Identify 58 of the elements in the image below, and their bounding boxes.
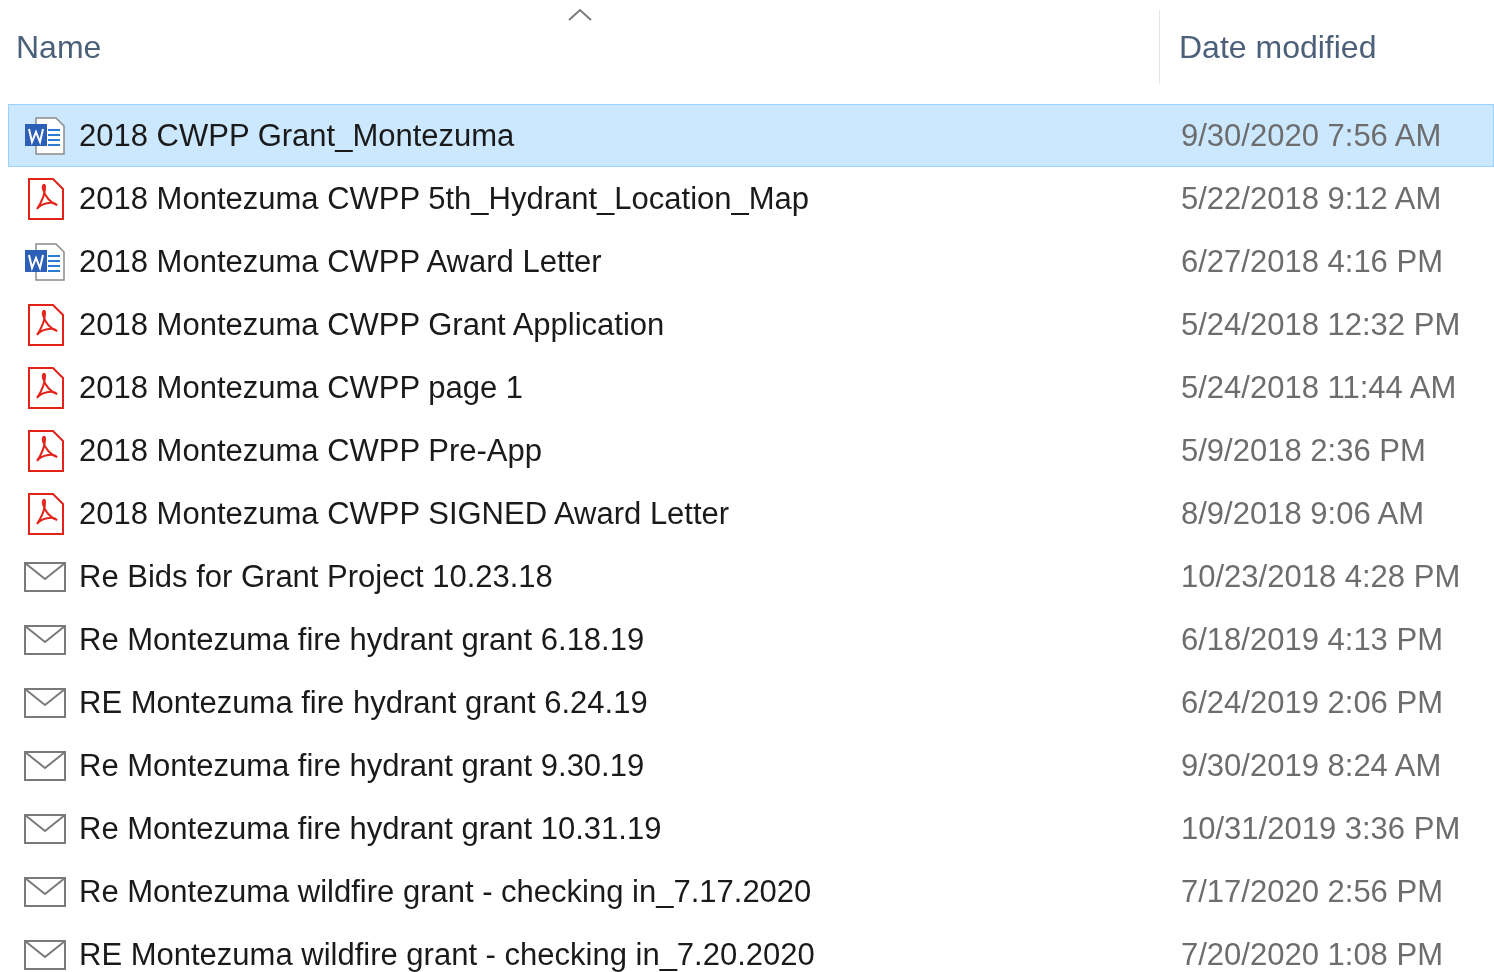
file-row[interactable]: 2018 CWPP Grant_Montezuma 9/30/2020 7:56 AM <box>8 104 1494 167</box>
date-modified: 8/9/2018 9:06 AM <box>1181 495 1425 532</box>
word-document-icon <box>24 115 66 156</box>
envelope-icon <box>23 686 67 719</box>
file-name: 2018 Montezuma CWPP Award Letter <box>79 243 603 280</box>
file-row[interactable]: Re Bids for Grant Project 10.23.18 10/23/2018 4:28 PM <box>8 545 1494 608</box>
date-modified: 7/17/2020 2:56 PM <box>1181 873 1443 910</box>
date-modified: 5/24/2018 11:44 AM <box>1181 369 1457 406</box>
date-modified: 6/18/2019 4:13 PM <box>1181 621 1443 658</box>
file-name: 2018 CWPP Grant_Montezuma <box>79 117 516 154</box>
file-name: 2018 Montezuma CWPP SIGNED Award Letter <box>79 495 731 532</box>
date-modified: 5/9/2018 2:36 PM <box>1181 432 1426 469</box>
file-row[interactable]: 2018 Montezuma CWPP SIGNED Award Letter 8/9/2018 9:06 AM <box>8 482 1494 545</box>
file-name: Re Montezuma wildfire grant - checking in_7.17.2020 <box>79 873 813 910</box>
date-modified: 5/24/2018 12:32 PM <box>1181 306 1461 343</box>
date-modified: 9/30/2019 8:24 AM <box>1181 747 1442 784</box>
date-modified: 10/23/2018 4:28 PM <box>1181 558 1461 595</box>
file-row[interactable]: 2018 Montezuma CWPP Pre-App 5/9/2018 2:36 PM <box>8 419 1494 482</box>
date-modified: 9/30/2020 7:56 AM <box>1181 117 1442 154</box>
file-row[interactable]: RE Montezuma wildfire grant - checking in_7.20.2020 7/20/2020 1:08 PM <box>8 923 1494 972</box>
date-modified: 6/27/2018 4:16 PM <box>1181 243 1443 280</box>
file-name: Re Montezuma fire hydrant grant 6.18.19 <box>79 621 646 658</box>
file-name: 2018 Montezuma CWPP Grant Application <box>79 306 666 343</box>
file-name: Re Bids for Grant Project 10.23.18 <box>79 558 554 595</box>
envelope-icon <box>23 812 67 845</box>
column-header[interactable]: Date modified <box>1160 10 1494 84</box>
file-row[interactable]: Re Montezuma fire hydrant grant 6.18.19 6/18/2019 4:13 PM <box>8 608 1494 671</box>
file-row[interactable]: Re Montezuma fire hydrant grant 9.30.19 9/30/2019 8:24 AM <box>8 734 1494 797</box>
file-row[interactable]: Re Montezuma fire hydrant grant 10.31.19 10/31/2019 3:36 PM <box>8 797 1494 860</box>
word-document-icon <box>24 241 66 282</box>
file-name: RE Montezuma wildfire grant - checking in_7.20.2020 <box>79 936 816 972</box>
pdf-document-icon <box>25 176 65 221</box>
file-row[interactable]: 2018 Montezuma CWPP 5th_Hydrant_Location_Map 5/22/2018 9:12 AM <box>8 167 1494 230</box>
date-modified: 7/20/2020 1:08 PM <box>1181 936 1443 972</box>
file-name: Re Montezuma fire hydrant grant 10.31.19 <box>79 810 663 847</box>
file-row[interactable]: 2018 Montezuma CWPP Award Letter 6/27/2018 4:16 PM <box>8 230 1494 293</box>
file-name: 2018 Montezuma CWPP page 1 <box>79 369 525 406</box>
pdf-document-icon <box>25 302 65 347</box>
date-modified: 6/24/2019 2:06 PM <box>1181 684 1443 721</box>
file-name: Re Montezuma fire hydrant grant 9.30.19 <box>79 747 646 784</box>
file-name: 2018 Montezuma CWPP 5th_Hydrant_Location_Map <box>79 180 811 217</box>
file-row[interactable]: RE Montezuma fire hydrant grant 6.24.19 6/24/2019 2:06 PM <box>8 671 1494 734</box>
pdf-document-icon <box>25 491 65 536</box>
envelope-icon <box>23 560 67 593</box>
pdf-document-icon <box>25 428 65 473</box>
file-row[interactable]: 2018 Montezuma CWPP Grant Application 5/24/2018 12:32 PM <box>8 293 1494 356</box>
envelope-icon <box>23 875 67 908</box>
date-modified: 5/22/2018 9:12 AM <box>1181 180 1442 217</box>
file-name: RE Montezuma fire hydrant grant 6.24.19 <box>79 684 649 721</box>
sort-caret-icon <box>566 8 593 22</box>
envelope-icon <box>23 623 67 656</box>
file-row[interactable]: Re Montezuma wildfire grant - checking in_7.17.2020 7/17/2020 2:56 PM <box>8 860 1494 923</box>
file-name: 2018 Montezuma CWPP Pre-App <box>79 432 543 469</box>
column-header[interactable]: Name <box>0 10 1160 84</box>
date-modified: 10/31/2019 3:36 PM <box>1181 810 1461 847</box>
file-row[interactable]: 2018 Montezuma CWPP page 1 5/24/2018 11:44 AM <box>8 356 1494 419</box>
envelope-icon <box>23 749 67 782</box>
pdf-document-icon <box>25 365 65 410</box>
